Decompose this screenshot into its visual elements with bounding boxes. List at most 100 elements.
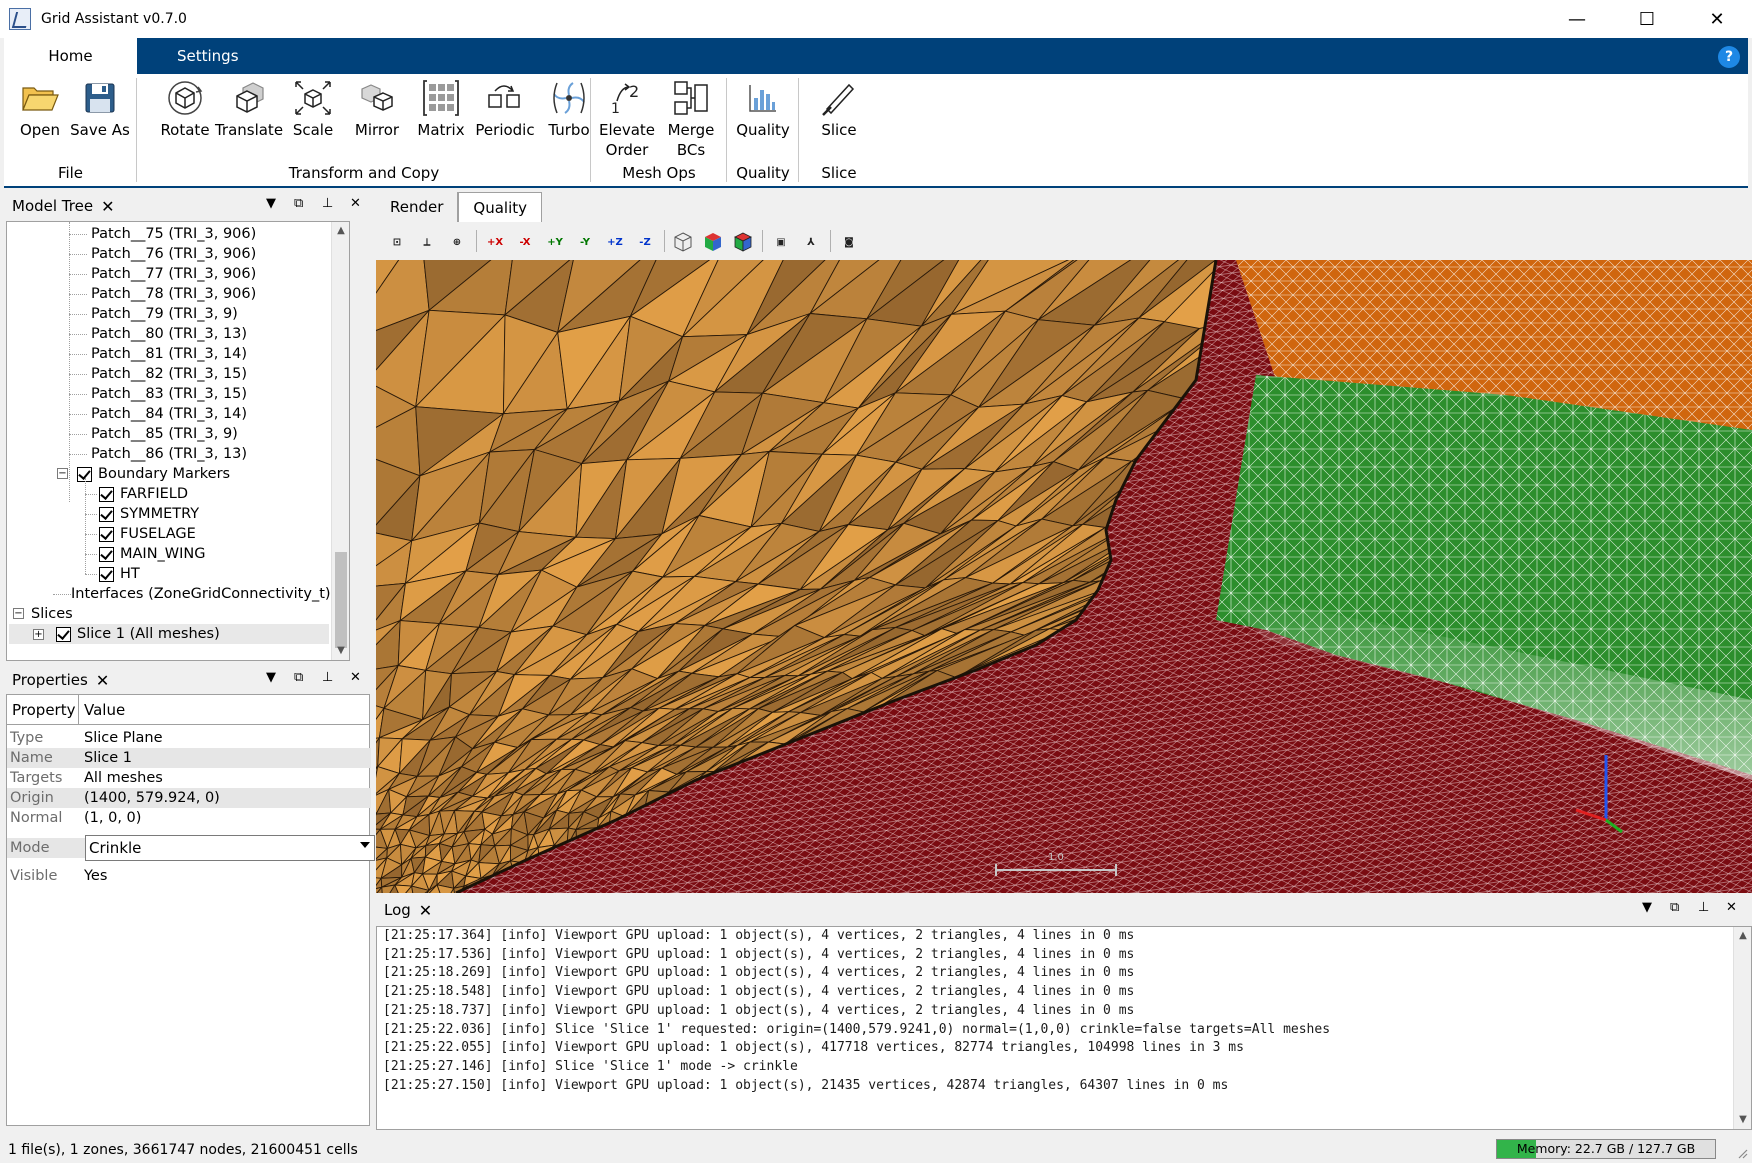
column-header-value[interactable]: Value xyxy=(79,695,125,725)
tree-item-boundary-marker[interactable]: MAIN_WING xyxy=(99,544,206,564)
scroll-up-arrow-icon[interactable]: ▲ xyxy=(332,222,349,240)
checkbox[interactable] xyxy=(99,546,114,562)
log-line: [21:25:18.737] [info] Viewport GPU uploa… xyxy=(383,1002,1135,1018)
view-plus-x-icon[interactable]: +X xyxy=(482,230,508,254)
orientation-axes-icon[interactable]: ⅄ xyxy=(798,230,824,254)
panel-menu-icon[interactable]: ▼ xyxy=(1642,900,1652,915)
tree-item-boundary-marker[interactable]: FUSELAGE xyxy=(99,524,196,544)
checkbox[interactable] xyxy=(99,486,114,502)
scroll-up-arrow-icon[interactable]: ▲ xyxy=(1734,927,1751,945)
panel-menu-icon[interactable]: ▼ xyxy=(266,670,276,685)
collapse-icon[interactable]: − xyxy=(13,608,24,619)
axes-reset-icon[interactable]: ⟂ xyxy=(414,230,440,254)
tree-item-boundary-marker[interactable]: FARFIELD xyxy=(99,484,188,504)
tree-item-patch[interactable]: Patch__80 (TRI_3, 13) xyxy=(91,324,247,344)
tree-item-patch[interactable]: Patch__81 (TRI_3, 14) xyxy=(91,344,247,364)
mode-select[interactable]: Crinkle xyxy=(85,835,375,861)
tree-item-patch[interactable]: Patch__86 (TRI_3, 13) xyxy=(91,444,247,464)
3d-viewport[interactable]: 1.0 xyxy=(376,260,1752,893)
screenshot-icon[interactable]: ◙ xyxy=(836,230,862,254)
pin-icon[interactable]: ⊥ xyxy=(322,196,333,211)
tab-render[interactable]: Render xyxy=(376,192,459,222)
mirror-button[interactable]: Mirror xyxy=(341,78,413,140)
view-minus-y-icon[interactable]: -Y xyxy=(572,230,598,254)
checkbox[interactable] xyxy=(99,566,114,582)
view-minus-z-icon[interactable]: -Z xyxy=(632,230,658,254)
resize-grip-icon[interactable] xyxy=(1736,1147,1748,1159)
shaded-icon[interactable] xyxy=(700,230,726,254)
merge-bcs-button[interactable]: Merge BCs xyxy=(655,78,727,160)
close-icon[interactable]: ✕ xyxy=(350,670,361,685)
save-as-button[interactable]: Save As xyxy=(64,78,136,140)
tab-settings[interactable]: Settings xyxy=(137,38,279,74)
property-value[interactable]: (1400, 579.924, 0) xyxy=(79,788,371,808)
pin-icon[interactable]: ⊥ xyxy=(1698,900,1709,915)
close-icon[interactable]: ✕ xyxy=(1726,900,1737,915)
float-panel-icon[interactable]: ⧉ xyxy=(294,670,303,685)
expand-icon[interactable]: + xyxy=(33,628,44,640)
rotate-button[interactable]: Rotate xyxy=(149,78,221,140)
matrix-label: Matrix xyxy=(417,121,465,139)
tree-scrollbar[interactable]: ▲ ▼ xyxy=(331,222,349,660)
close-icon[interactable]: ✕ xyxy=(101,197,114,216)
scale-button[interactable]: Scale xyxy=(277,78,349,140)
tab-quality[interactable]: Quality xyxy=(458,192,543,222)
tree-item-slices[interactable]: Slices xyxy=(31,604,73,624)
tree-item-patch[interactable]: Patch__77 (TRI_3, 906) xyxy=(91,264,256,284)
minimize-button[interactable]: — xyxy=(1542,0,1612,38)
float-panel-icon[interactable]: ⧉ xyxy=(294,196,303,211)
column-header-property[interactable]: Property xyxy=(7,695,79,725)
view-plus-y-icon[interactable]: +Y xyxy=(542,230,568,254)
maximize-button[interactable]: ☐ xyxy=(1612,0,1682,38)
panel-menu-icon[interactable]: ▼ xyxy=(266,196,276,211)
shaded-edges-icon[interactable] xyxy=(730,230,756,254)
property-value[interactable]: (1, 0, 0) xyxy=(79,808,371,828)
pin-icon[interactable]: ⊥ xyxy=(322,670,333,685)
bounding-box-icon[interactable]: ▣ xyxy=(768,230,794,254)
periodic-button[interactable]: Periodic xyxy=(469,78,541,140)
checkbox[interactable] xyxy=(99,526,114,542)
mesh-rendering[interactable]: 1.0 xyxy=(376,260,1752,893)
slice-button[interactable]: Slice xyxy=(803,78,875,140)
translate-button[interactable]: Translate xyxy=(213,78,285,140)
scroll-thumb[interactable] xyxy=(335,552,347,648)
checkbox[interactable] xyxy=(56,626,71,642)
scroll-down-arrow-icon[interactable]: ▼ xyxy=(332,642,349,660)
elevate-order-button[interactable]: 12 Elevate Order xyxy=(591,78,663,160)
close-icon[interactable]: ✕ xyxy=(350,196,361,211)
tree-item-boundary-marker[interactable]: HT xyxy=(99,564,140,584)
wireframe-icon[interactable] xyxy=(670,230,696,254)
tree-item-slice[interactable]: + Slice 1 (All meshes) xyxy=(9,624,329,644)
log-output[interactable]: [21:25:17.364] [info] Viewport GPU uploa… xyxy=(376,926,1752,1130)
tree-item-patch[interactable]: Patch__85 (TRI_3, 9) xyxy=(91,424,238,444)
scroll-down-arrow-icon[interactable]: ▼ xyxy=(1734,1111,1751,1129)
tree-item-patch[interactable]: Patch__82 (TRI_3, 15) xyxy=(91,364,247,384)
fit-view-icon[interactable]: ⊡ xyxy=(384,230,410,254)
properties-header: Properties ✕ ▼ ⧉ ⊥ ✕ xyxy=(4,666,372,694)
property-value[interactable]: Slice 1 xyxy=(79,748,371,768)
tree-item-patch[interactable]: Patch__76 (TRI_3, 906) xyxy=(91,244,256,264)
tree-item-patch[interactable]: Patch__78 (TRI_3, 906) xyxy=(91,284,256,304)
zoom-icon[interactable]: ⊕ xyxy=(444,230,470,254)
tree-item-patch[interactable]: Patch__75 (TRI_3, 906) xyxy=(91,224,256,244)
view-minus-x-icon[interactable]: -X xyxy=(512,230,538,254)
float-panel-icon[interactable]: ⧉ xyxy=(1670,900,1679,915)
matrix-button[interactable]: Matrix xyxy=(405,78,477,140)
tree-item-boundary-marker[interactable]: SYMMETRY xyxy=(99,504,199,524)
view-plus-z-icon[interactable]: +Z xyxy=(602,230,628,254)
log-scrollbar[interactable]: ▲ ▼ xyxy=(1733,927,1751,1129)
tree-item-patch[interactable]: Patch__84 (TRI_3, 14) xyxy=(91,404,247,424)
collapse-icon[interactable]: − xyxy=(57,468,68,479)
tree-item-boundary-markers[interactable]: Boundary Markers xyxy=(77,464,230,484)
close-icon[interactable]: ✕ xyxy=(96,671,109,690)
tree-item-interfaces[interactable]: Interfaces (ZoneGridConnectivity_t) xyxy=(71,584,331,604)
tab-home[interactable]: Home xyxy=(4,38,137,74)
close-icon[interactable]: ✕ xyxy=(419,901,432,920)
close-window-button[interactable]: ✕ xyxy=(1682,0,1752,38)
tree-item-patch[interactable]: Patch__79 (TRI_3, 9) xyxy=(91,304,238,324)
checkbox[interactable] xyxy=(99,506,114,522)
ribbon-group-mesh-ops: 12 Elevate Order Merge BCs Mesh Ops xyxy=(591,74,727,186)
quality-button[interactable]: Quality xyxy=(727,78,799,140)
help-button[interactable]: ? xyxy=(1718,46,1740,68)
tree-item-patch[interactable]: Patch__83 (TRI_3, 15) xyxy=(91,384,247,404)
